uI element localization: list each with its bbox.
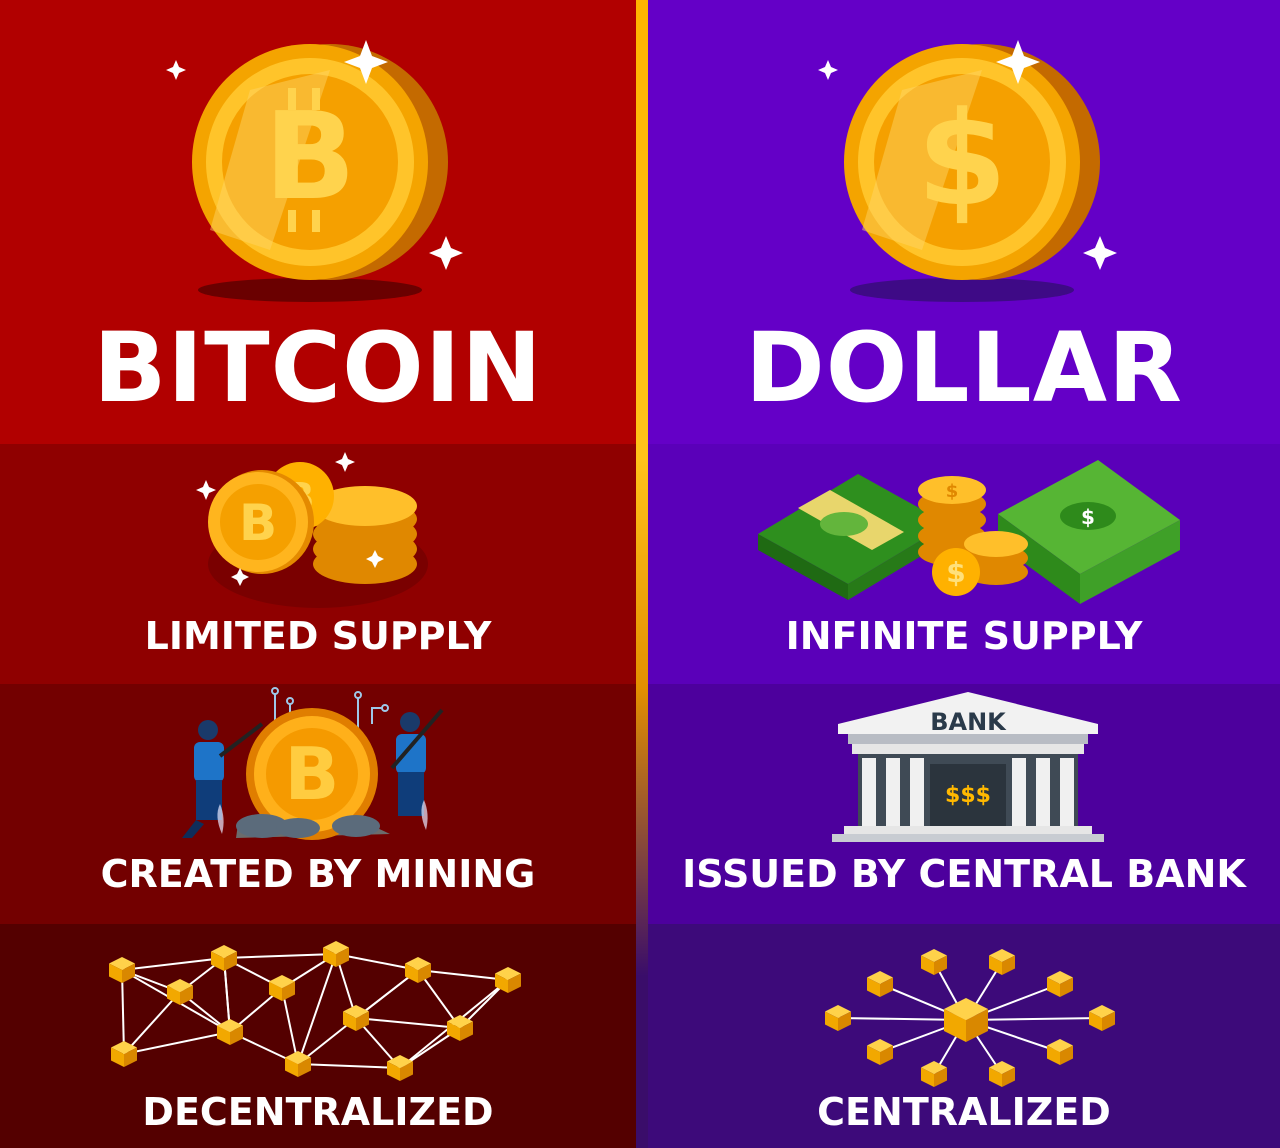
dollar-feature-label: ISSUED BY CENTRAL BANK — [682, 852, 1246, 896]
bitcoin-feature-label: CREATED BY MINING — [100, 852, 536, 896]
network-node-icon — [405, 957, 431, 983]
bitcoin-feature-label: LIMITED SUPPLY — [144, 614, 492, 658]
svg-text:B: B — [239, 494, 277, 552]
dollar-symbol: $ — [917, 83, 1007, 235]
network-node-icon — [825, 1005, 851, 1031]
network-node-icon — [921, 1061, 947, 1087]
network-link — [223, 953, 337, 959]
dollar-row-supply: $ $ $ INFINITE SUPPLY — [648, 444, 1280, 684]
bitcoin-title: BITCOIN — [93, 312, 543, 424]
svg-text:$: $ — [946, 556, 965, 589]
network-node-icon — [269, 975, 295, 1001]
dollar-header: $ DOLLAR — [648, 0, 1280, 444]
network-node-icon — [211, 945, 237, 971]
bitcoin-feature-label: DECENTRALIZED — [142, 1090, 494, 1134]
central-hub-icon — [944, 998, 988, 1042]
network-node-icon — [1089, 1005, 1115, 1031]
bitcoin-row-mining: B CREATED BY MINING — [0, 684, 636, 924]
network-node-icon — [989, 949, 1015, 975]
dollar-column: $ DOLLAR $ $ $ INFINITE SUPPLY BANK $$$ … — [648, 0, 1280, 1148]
bitcoin-symbol: B — [264, 88, 355, 227]
svg-text:B: B — [285, 732, 340, 816]
bank-sign: BANK — [930, 708, 1007, 736]
network-link — [355, 1017, 461, 1029]
network-node-icon — [217, 1019, 243, 1045]
dollar-feature-label: CENTRALIZED — [817, 1090, 1111, 1134]
svg-text:$: $ — [946, 481, 959, 502]
network-node-icon — [867, 971, 893, 997]
bitcoin-column: B BITCOIN B LIMITED SUPPLY B CREATED BY … — [0, 0, 636, 1148]
network-node-icon — [1047, 1039, 1073, 1065]
network-link — [297, 953, 337, 1065]
dollar-feature-label: INFINITE SUPPLY — [785, 614, 1143, 658]
network-node-icon — [921, 949, 947, 975]
network-node-icon — [1047, 971, 1073, 997]
bitcoin-header: B BITCOIN — [0, 0, 636, 444]
network-node-icon — [989, 1061, 1015, 1087]
network-node-icon — [109, 957, 135, 983]
bitcoin-row-supply: B B LIMITED SUPPLY — [0, 444, 636, 684]
network-link — [297, 1063, 401, 1069]
dollar-row-bank: BANK $$$ ISSUED BY CENTRAL BANK — [648, 684, 1280, 924]
dollar-title: DOLLAR — [745, 312, 1183, 424]
dollar-row-centralized: CENTRALIZED — [648, 924, 1280, 1148]
svg-text:$: $ — [1081, 505, 1095, 529]
comparison-infographic: B BITCOIN B LIMITED SUPPLY B CREATED BY … — [0, 0, 1280, 1148]
network-node-icon — [323, 941, 349, 967]
network-link — [121, 957, 225, 971]
center-divider — [636, 0, 648, 1148]
bank-vault-sign: $$$ — [945, 783, 991, 808]
network-link — [417, 969, 509, 981]
network-node-icon — [867, 1039, 893, 1065]
network-node-icon — [285, 1051, 311, 1077]
bitcoin-row-decentralized: DECENTRALIZED — [0, 924, 636, 1148]
